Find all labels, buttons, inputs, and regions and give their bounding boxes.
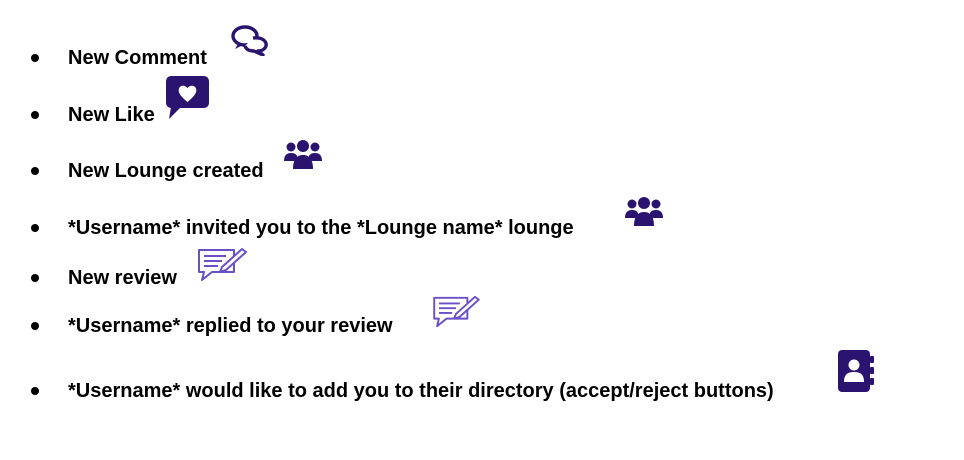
bullet	[31, 322, 39, 330]
list-item: *Username* would like to add you to thei…	[0, 350, 964, 402]
notification-label: *Username* would like to add you to thei…	[68, 380, 774, 402]
notification-label: *Username* replied to your review	[68, 315, 393, 337]
bullet	[31, 111, 39, 119]
heart-speech-icon	[165, 75, 211, 121]
list-item: New Lounge created	[0, 140, 964, 182]
notification-label: New review	[68, 267, 177, 289]
comment-bubbles-icon	[229, 24, 271, 56]
notification-label: New Like	[68, 104, 155, 126]
group-users-icon	[284, 138, 322, 170]
bullet	[31, 224, 39, 232]
notification-label: *Username* invited you to the *Lounge na…	[68, 217, 574, 239]
bullet	[31, 167, 39, 175]
contact-book-icon	[837, 349, 875, 393]
bullet	[31, 54, 39, 62]
list-item: New review	[0, 248, 964, 289]
list-item: *Username* replied to your review	[0, 295, 964, 337]
bullet	[31, 387, 39, 395]
notification-label: New Comment	[68, 47, 207, 69]
list-item: New Comment	[0, 25, 964, 69]
review-pen-icon	[196, 246, 248, 284]
notification-label: New Lounge created	[68, 160, 264, 182]
bullet	[31, 274, 39, 282]
review-pen-icon	[431, 294, 481, 330]
list-item: New Like	[0, 76, 964, 126]
list-item: *Username* invited you to the *Lounge na…	[0, 197, 964, 239]
group-users-icon	[625, 195, 663, 227]
